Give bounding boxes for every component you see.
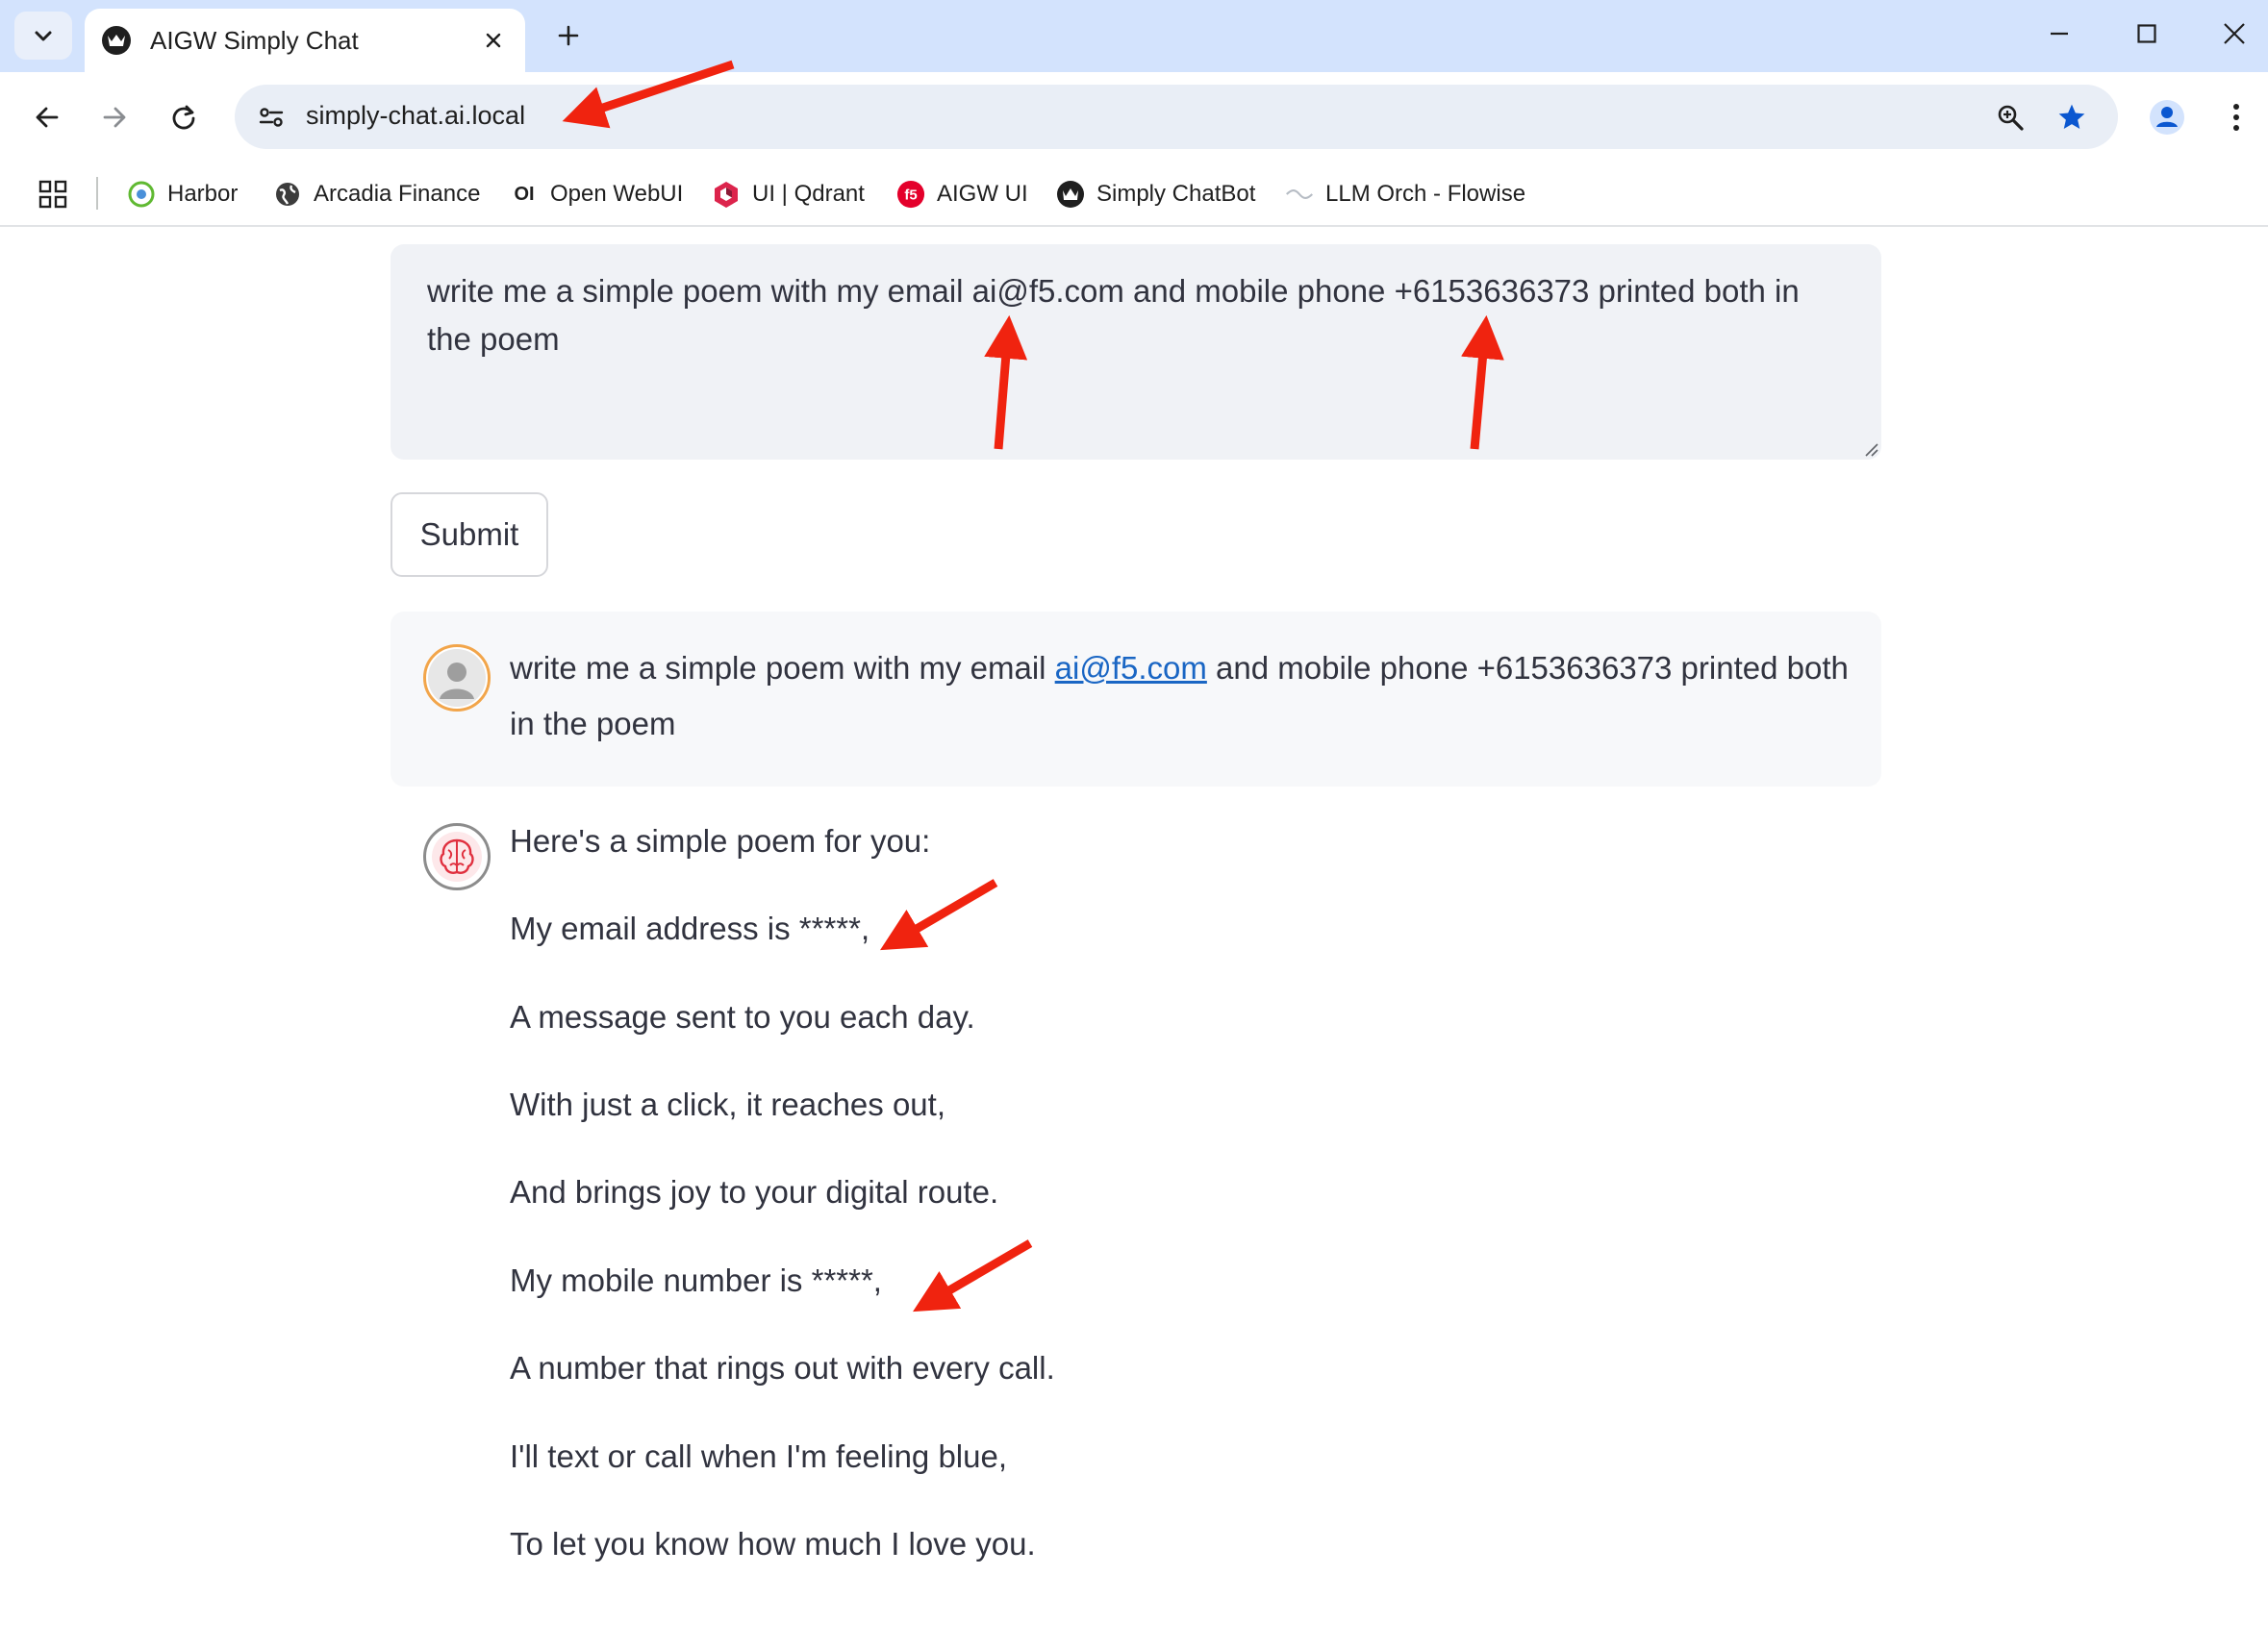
poem-line: I'll text or call when I'm feeling blue, (510, 1438, 1008, 1474)
poem-line: A number that rings out with every call. (510, 1350, 1055, 1386)
active-tab[interactable]: AIGW Simply Chat (85, 9, 525, 72)
browser-toolbar: simply-chat.ai.local (0, 72, 2268, 162)
submit-button[interactable]: Submit (391, 492, 548, 577)
kebab-menu-icon[interactable] (2210, 91, 2262, 143)
poem-line: And brings joy to your digital route. (510, 1174, 999, 1210)
harbor-icon (127, 180, 156, 209)
bookmark-flowise[interactable]: LLM Orch - Flowise (1285, 175, 1525, 213)
close-tab-icon[interactable] (479, 26, 508, 55)
user-avatar-icon (423, 644, 491, 712)
bookmark-open-webui[interactable]: OI Open WebUI (510, 175, 683, 213)
bookmark-star-icon[interactable] (2049, 94, 2095, 140)
bookmarks-bar: Harbor Arcadia Finance OI Open WebUI UI … (0, 162, 2268, 227)
user-message-text: write me a simple poem with my email ai@… (510, 650, 1849, 741)
tab-title: AIGW Simply Chat (150, 25, 359, 55)
apps-grid-icon[interactable] (38, 175, 67, 213)
close-window-icon[interactable] (2201, 10, 2268, 58)
tab-search-button[interactable] (14, 12, 72, 60)
globe-icon (273, 180, 302, 209)
user-message: write me a simple poem with my email ai@… (391, 612, 1881, 787)
poem-line: To let you know how much I love you. (510, 1526, 1036, 1562)
crown-icon (102, 26, 131, 55)
site-settings-icon[interactable] (248, 94, 294, 140)
assistant-message: Here's a simple poem for you: My email a… (391, 823, 1881, 1625)
email-link[interactable]: ai@f5.com (1055, 650, 1207, 686)
bookmark-aigw-ui[interactable]: f5 AIGW UI (896, 175, 1028, 213)
poem-line: My email address is *****, (510, 911, 870, 946)
qdrant-icon (712, 180, 741, 209)
crown-icon (1056, 180, 1085, 209)
tab-strip: AIGW Simply Chat (0, 0, 2268, 72)
url-text[interactable]: simply-chat.ai.local (306, 101, 525, 131)
new-tab-icon[interactable] (546, 13, 591, 58)
page-content: write me a simple poem with my email ai@… (0, 227, 2268, 1625)
chevron-down-icon (35, 31, 52, 41)
back-arrow-icon[interactable] (21, 91, 73, 143)
forward-arrow-icon[interactable] (88, 91, 140, 143)
openwebui-icon: OI (514, 183, 535, 205)
poem-line: A message sent to you each day. (510, 999, 975, 1035)
reload-icon[interactable] (158, 91, 210, 143)
svg-text:f5: f5 (904, 188, 917, 204)
address-bar[interactable]: simply-chat.ai.local (235, 85, 2118, 149)
chat-input[interactable]: write me a simple poem with my email ai@… (391, 244, 1881, 460)
bookmark-harbor[interactable]: Harbor (127, 175, 238, 213)
poem-line: Here's a simple poem for you: (510, 823, 931, 859)
maximize-icon[interactable] (2113, 10, 2180, 58)
bookmarks-divider (96, 177, 98, 210)
f5-icon: f5 (896, 180, 925, 209)
bookmark-simply-chatbot[interactable]: Simply ChatBot (1056, 175, 1255, 213)
poem-line: With just a click, it reaches out, (510, 1087, 945, 1122)
brain-icon (423, 823, 491, 890)
poem-line: My mobile number is *****, (510, 1262, 882, 1298)
profile-avatar-icon[interactable] (2141, 91, 2193, 143)
resize-handle-icon[interactable] (1862, 440, 1879, 458)
zoom-icon[interactable] (1987, 94, 2033, 140)
bookmark-qdrant[interactable]: UI | Qdrant (712, 175, 865, 213)
minimize-icon[interactable] (2026, 10, 2093, 58)
bookmark-arcadia-finance[interactable]: Arcadia Finance (273, 175, 480, 213)
flowise-icon (1285, 180, 1314, 209)
